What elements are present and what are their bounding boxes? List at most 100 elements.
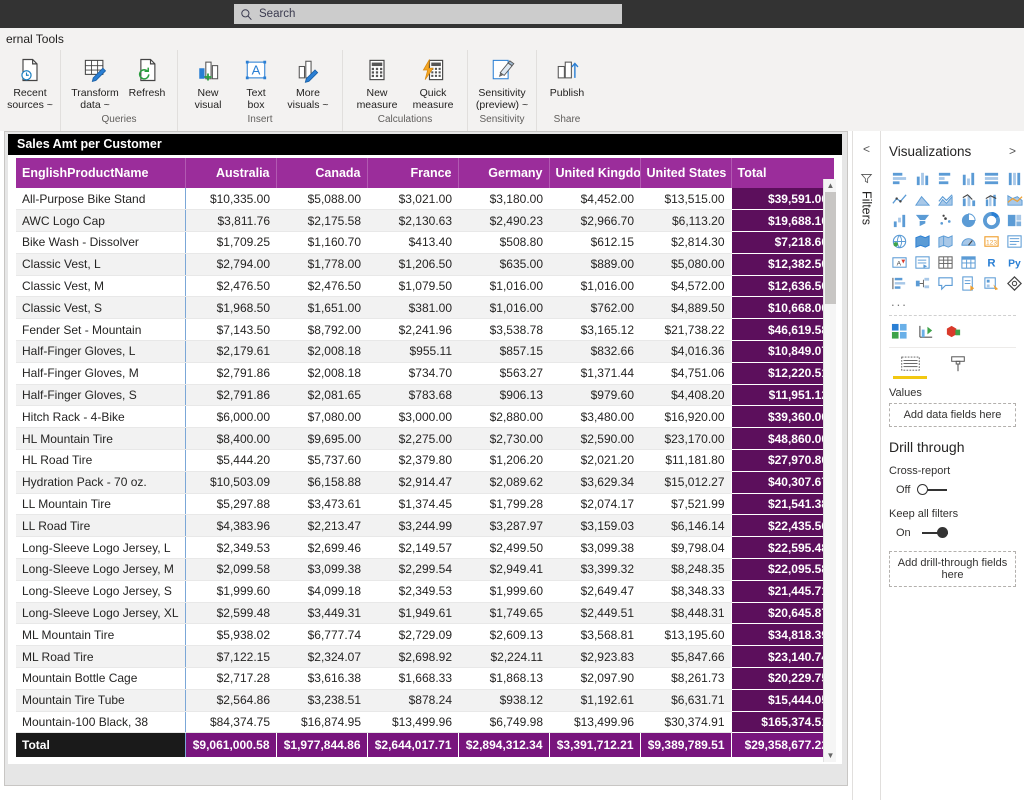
sales-amount-cell[interactable]: $5,444.20 xyxy=(185,449,276,472)
row-total-cell[interactable]: $21,445.71 xyxy=(730,580,834,603)
matrix-column-header[interactable]: United Kingdom xyxy=(549,158,641,188)
values-dropzone[interactable]: Add data fields here xyxy=(889,403,1016,427)
table-row[interactable]: Half-Finger Gloves, S $2,791.86 $2,081.65 $… xyxy=(16,384,834,407)
sales-amount-cell[interactable]: $3,099.38 xyxy=(549,536,640,560)
table-row[interactable]: Mountain Bottle Cage $2,717.28 $3,616.38 $1… xyxy=(16,667,834,690)
sales-amount-cell[interactable]: $878.24 xyxy=(367,689,458,712)
table-row[interactable]: Mountain Tire Tube $2,564.86 $3,238.51 $878… xyxy=(16,689,834,712)
sales-amount-cell[interactable]: $8,400.00 xyxy=(185,427,276,451)
sales-amount-cell[interactable]: $3,165.12 xyxy=(549,318,640,342)
sales-amount-cell[interactable]: $30,374.91 xyxy=(640,711,731,734)
row-total-cell[interactable]: $34,818.39 xyxy=(730,623,834,647)
sales-amount-cell[interactable]: $2,814.30 xyxy=(640,231,731,254)
sales-amount-cell[interactable]: $1,079.50 xyxy=(367,275,458,298)
sales-amount-cell[interactable]: $1,206.50 xyxy=(367,253,458,276)
sales-amount-cell[interactable]: $10,335.00 xyxy=(185,188,276,211)
product-name-cell[interactable]: Classic Vest, L xyxy=(16,253,186,276)
row-total-cell[interactable]: $12,382.50 xyxy=(730,253,834,276)
sales-amount-cell[interactable]: $3,629.34 xyxy=(549,471,640,494)
sales-amount-cell[interactable]: $6,158.88 xyxy=(276,471,367,494)
sales-amount-cell[interactable]: $2,349.53 xyxy=(367,580,458,603)
new-visual-button[interactable]: New visual xyxy=(184,50,232,111)
product-name-cell[interactable]: Long-Sleeve Logo Jersey, XL xyxy=(16,602,186,625)
matrix-vertical-scrollbar[interactable]: ▲ ▼ xyxy=(823,179,836,762)
filters-collapse-button[interactable]: < xyxy=(853,131,880,156)
sales-amount-cell[interactable]: $1,949.61 xyxy=(367,602,458,625)
sales-amount-cell[interactable]: $9,695.00 xyxy=(276,427,367,451)
sales-amount-cell[interactable]: $6,631.71 xyxy=(640,689,731,712)
sales-amount-cell[interactable]: $3,811.76 xyxy=(185,209,276,233)
row-total-cell[interactable]: $15,444.05 xyxy=(730,689,834,712)
cross-report-toggle-row[interactable]: Off xyxy=(896,483,1016,496)
sales-amount-cell[interactable]: $3,480.00 xyxy=(549,405,640,429)
funnel-chart-icon[interactable] xyxy=(912,211,933,230)
column-total-cell[interactable]: $1,977,844.86 xyxy=(276,732,368,757)
sales-amount-cell[interactable]: $3,287.97 xyxy=(458,514,549,538)
sales-amount-cell[interactable]: $3,238.51 xyxy=(276,689,367,712)
row-total-cell[interactable]: $27,970.80 xyxy=(730,449,834,472)
row-total-cell[interactable]: $19,688.10 xyxy=(730,209,834,233)
product-name-cell[interactable]: Long-Sleeve Logo Jersey, S xyxy=(16,580,186,603)
sales-amount-cell[interactable]: $2,275.00 xyxy=(367,427,458,451)
matrix-column-header[interactable]: United States xyxy=(640,158,732,188)
sales-amount-cell[interactable]: $762.00 xyxy=(549,296,640,320)
product-name-cell[interactable]: LL Mountain Tire xyxy=(16,493,186,516)
sales-amount-cell[interactable]: $2,089.62 xyxy=(458,471,549,494)
table-row[interactable]: Long-Sleeve Logo Jersey, S $1,999.60 $4,09… xyxy=(16,580,834,603)
sales-amount-cell[interactable]: $1,778.00 xyxy=(276,253,367,276)
sales-amount-cell[interactable]: $2,699.46 xyxy=(276,536,367,560)
sensitivity-button[interactable]: Sensitivity (preview) ~ xyxy=(474,50,530,111)
table-row[interactable]: Classic Vest, M $2,476.50 $2,476.50 $1,079.… xyxy=(16,275,834,298)
sales-amount-cell[interactable]: $2,730.00 xyxy=(458,427,549,451)
sales-amount-cell[interactable]: $4,751.06 xyxy=(640,362,731,385)
sales-amount-cell[interactable]: $2,590.00 xyxy=(549,427,640,451)
product-name-cell[interactable]: Hitch Rack - 4-Bike xyxy=(16,405,186,429)
product-name-cell[interactable]: AWC Logo Cap xyxy=(16,209,186,233)
fields-pane-tab[interactable] xyxy=(893,354,927,379)
sales-amount-cell[interactable]: $9,798.04 xyxy=(640,536,731,560)
product-name-cell[interactable]: LL Road Tire xyxy=(16,514,186,538)
sales-amount-cell[interactable]: $2,564.86 xyxy=(185,689,276,712)
sales-amount-cell[interactable]: $7,080.00 xyxy=(276,405,367,429)
sales-amount-cell[interactable]: $13,515.00 xyxy=(640,188,731,211)
table-row[interactable]: Long-Sleeve Logo Jersey, L $2,349.53 $2,69… xyxy=(16,536,834,560)
table-row[interactable]: Mountain-100 Black, 38 $84,374.75 $16,874.… xyxy=(16,711,834,734)
product-name-cell[interactable]: Classic Vest, S xyxy=(16,296,186,320)
sales-amount-cell[interactable]: $2,224.11 xyxy=(458,645,549,669)
table-row[interactable]: Hitch Rack - 4-Bike $6,000.00 $7,080.00 $3,… xyxy=(16,405,834,429)
scroll-up-arrow[interactable]: ▲ xyxy=(824,179,837,192)
row-total-cell[interactable]: $39,360.00 xyxy=(730,405,834,429)
sales-amount-cell[interactable]: $6,000.00 xyxy=(185,405,276,429)
sales-amount-cell[interactable]: $2,791.86 xyxy=(185,384,276,407)
sales-amount-cell[interactable]: $4,452.00 xyxy=(549,188,640,211)
sales-amount-cell[interactable]: $1,709.25 xyxy=(185,231,276,254)
sales-amount-cell[interactable]: $2,609.13 xyxy=(458,623,549,647)
sales-amount-cell[interactable]: $1,799.28 xyxy=(458,493,549,516)
sales-amount-cell[interactable]: $5,938.02 xyxy=(185,623,276,647)
waterfall-chart-icon[interactable] xyxy=(889,211,910,230)
sales-amount-cell[interactable]: $635.00 xyxy=(458,253,549,276)
sales-amount-cell[interactable]: $6,146.14 xyxy=(640,514,731,538)
sales-amount-cell[interactable]: $906.13 xyxy=(458,384,549,407)
sales-amount-cell[interactable]: $857.15 xyxy=(458,340,549,363)
hundred-percent-stacked-bar-chart-icon[interactable] xyxy=(981,169,1002,188)
grand-total-label[interactable]: Total xyxy=(16,732,186,757)
key-influencers-icon[interactable] xyxy=(889,274,910,293)
stacked-column-chart-icon[interactable] xyxy=(912,169,933,188)
table-row[interactable]: AWC Logo Cap $3,811.76 $2,175.58 $2,130.63 $… xyxy=(16,209,834,233)
sales-amount-cell[interactable]: $1,651.00 xyxy=(276,296,367,320)
sales-amount-cell[interactable]: $2,717.28 xyxy=(185,667,276,690)
sales-amount-cell[interactable]: $2,649.47 xyxy=(549,580,640,603)
sales-amount-cell[interactable]: $2,949.41 xyxy=(458,558,549,581)
product-name-cell[interactable]: Half-Finger Gloves, L xyxy=(16,340,186,363)
row-total-cell[interactable]: $7,218.60 xyxy=(730,231,834,254)
matrix-column-header[interactable]: EnglishProductName xyxy=(16,158,186,188)
sales-amount-cell[interactable]: $11,181.80 xyxy=(640,449,731,472)
sales-amount-cell[interactable]: $1,868.13 xyxy=(458,667,549,690)
python-visual-icon[interactable]: Py xyxy=(1004,253,1024,272)
row-total-cell[interactable]: $23,140.74 xyxy=(730,645,834,669)
table-row[interactable]: Half-Finger Gloves, M $2,791.86 $2,008.18 $… xyxy=(16,362,834,385)
row-total-cell[interactable]: $48,860.00 xyxy=(730,427,834,451)
sales-amount-cell[interactable]: $2,966.70 xyxy=(549,209,640,233)
sales-amount-cell[interactable]: $2,880.00 xyxy=(458,405,549,429)
